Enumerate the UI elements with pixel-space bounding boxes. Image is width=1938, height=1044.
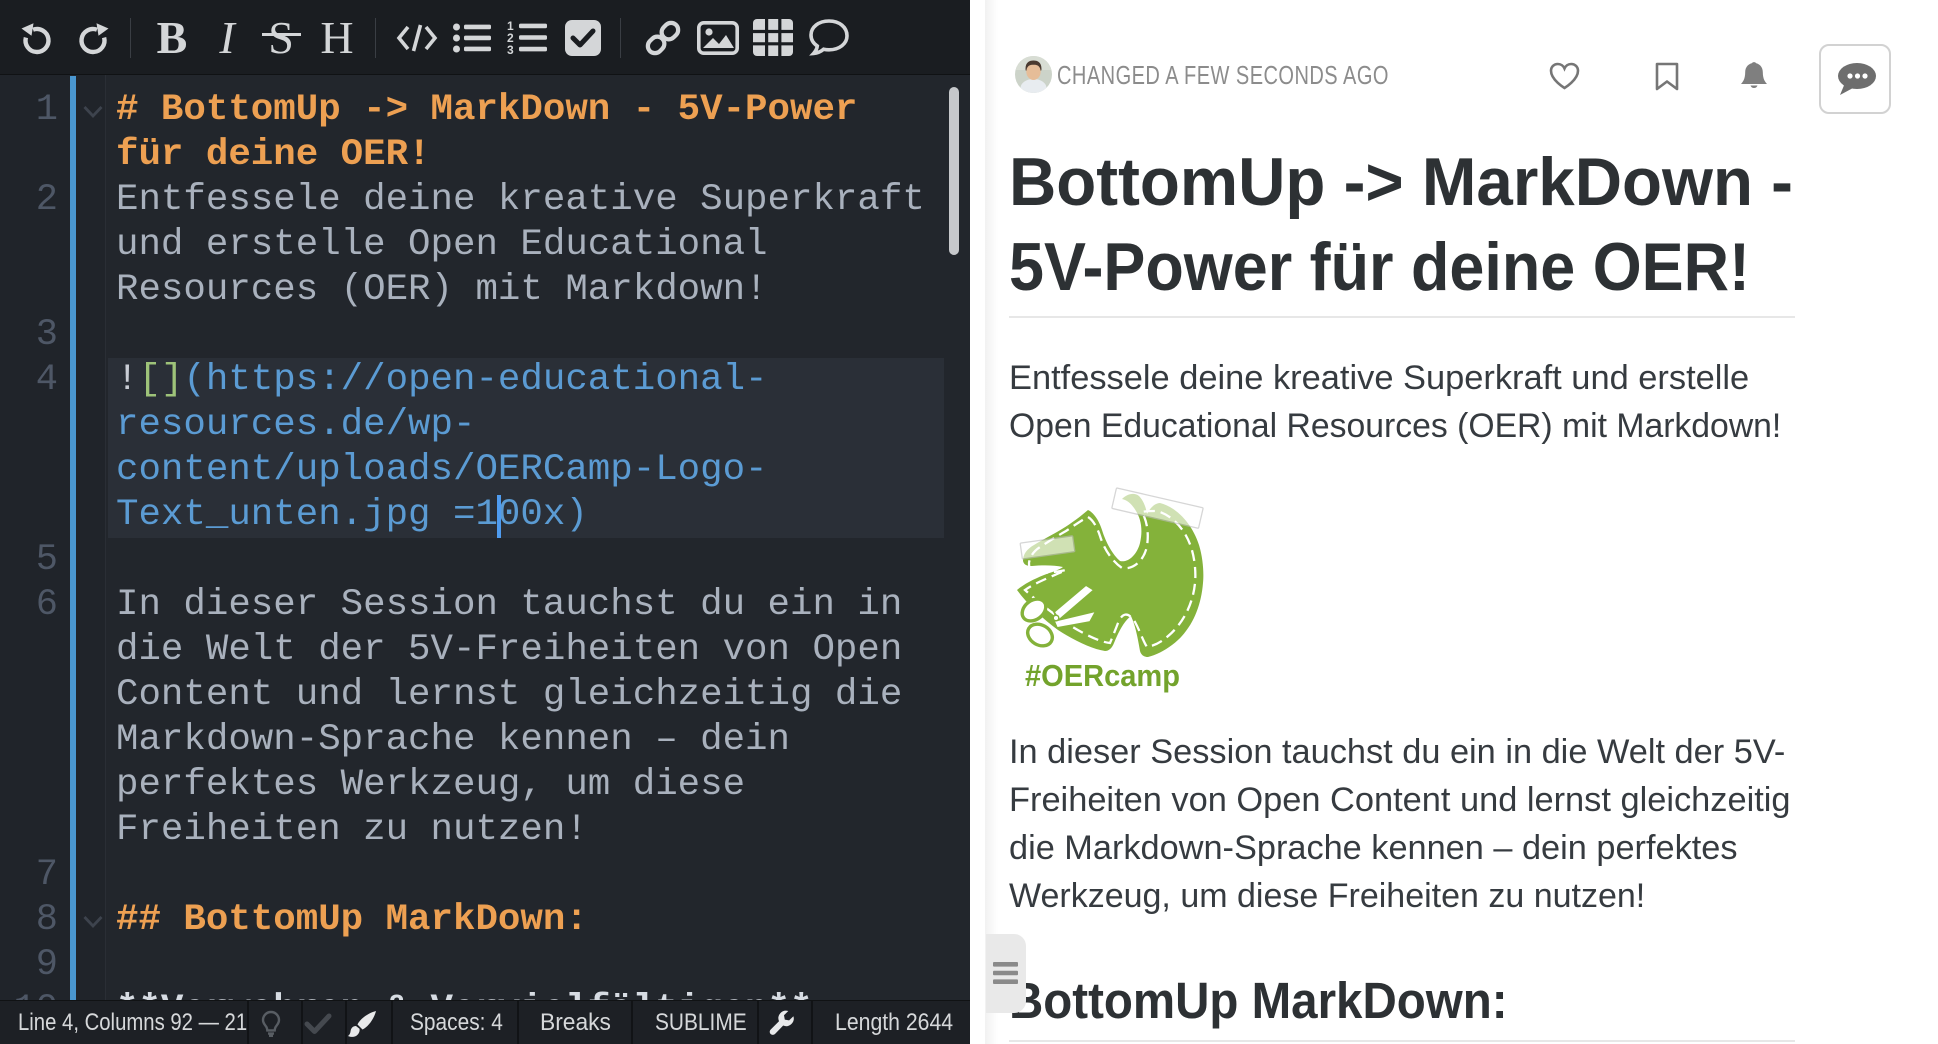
svg-text:#OERcamp: #OERcamp bbox=[1025, 658, 1180, 693]
svg-text:3: 3 bbox=[507, 43, 514, 56]
